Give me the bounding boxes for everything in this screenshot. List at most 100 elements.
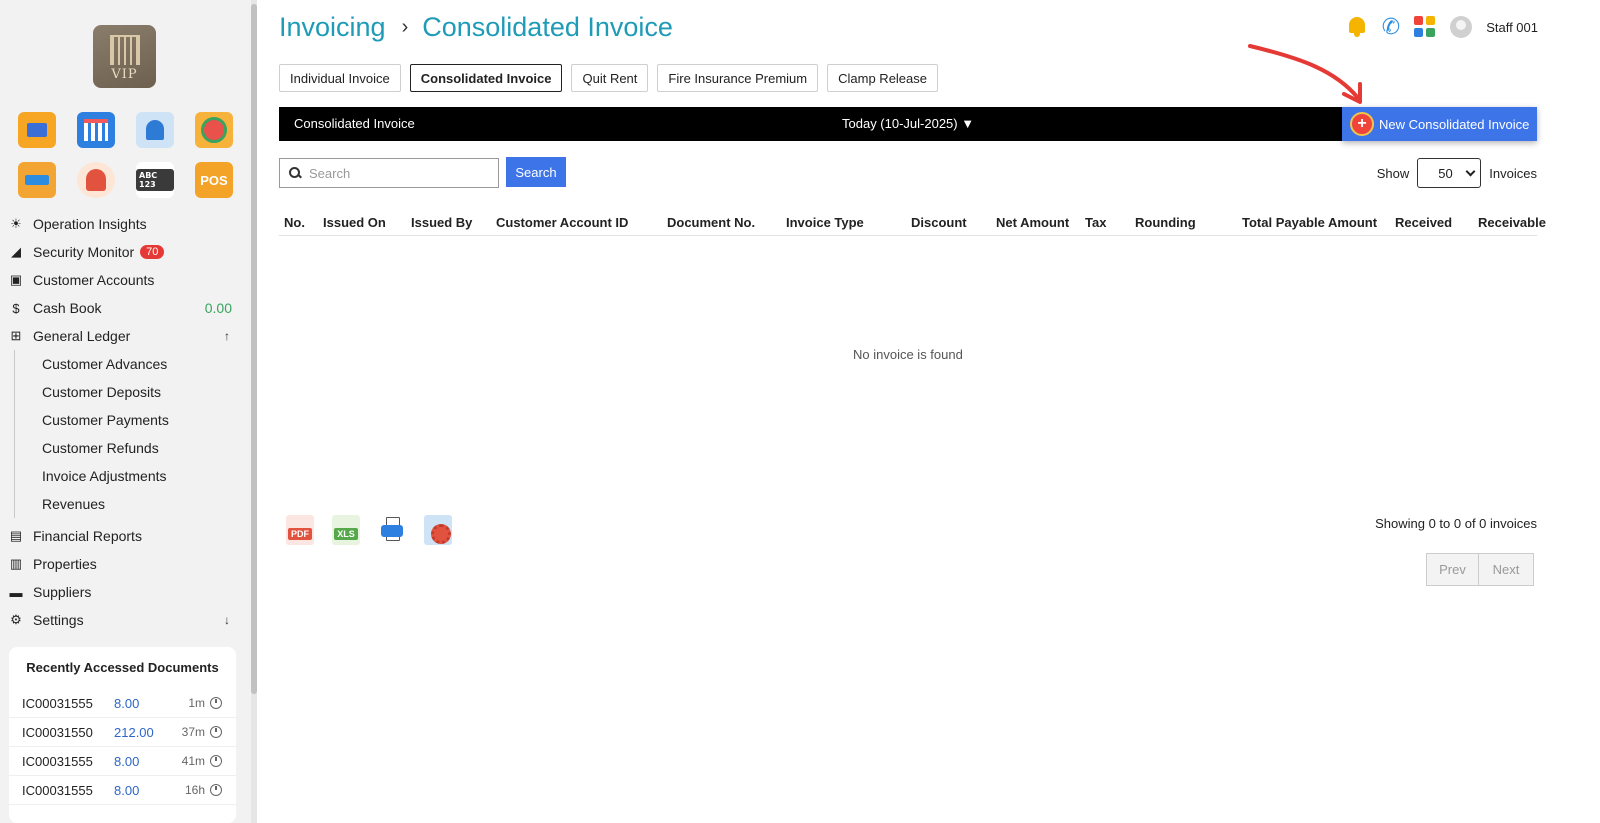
recent-document-row[interactable]: IC00031550 212.00 37m bbox=[9, 718, 236, 747]
page-size-select[interactable]: 50 bbox=[1417, 158, 1482, 188]
sidebar-item-customer-accounts[interactable]: ▣ Customer Accounts bbox=[8, 266, 240, 294]
sidebar-item-operation-insights[interactable]: ☀ Operation Insights bbox=[8, 210, 240, 238]
prev-page-button[interactable]: Prev bbox=[1426, 553, 1479, 586]
table-settings-icon[interactable] bbox=[424, 515, 452, 545]
face-id-icon[interactable] bbox=[77, 162, 115, 198]
new-button-label: New Consolidated Invoice bbox=[1379, 116, 1530, 132]
next-page-button[interactable]: Next bbox=[1479, 553, 1534, 586]
date-filter-dropdown[interactable]: Today (10-Jul-2025) ▼ bbox=[842, 116, 974, 131]
annotation-arrow-icon bbox=[1248, 44, 1362, 104]
col-issued-on[interactable]: Issued On bbox=[323, 215, 386, 230]
tools-icon[interactable] bbox=[195, 112, 233, 148]
recent-documents-title: Recently Accessed Documents bbox=[26, 660, 219, 675]
bell-icon[interactable] bbox=[1346, 15, 1368, 39]
recent-doc-age-text: 16h bbox=[184, 783, 205, 797]
col-tax[interactable]: Tax bbox=[1085, 215, 1106, 230]
expand-arrow-icon[interactable]: ↓ bbox=[224, 613, 230, 627]
sidebar-item-revenues[interactable]: Revenues bbox=[42, 490, 240, 518]
gear-icon: ⚙ bbox=[10, 612, 22, 627]
new-consolidated-invoice-button[interactable]: + New Consolidated Invoice bbox=[1342, 107, 1537, 141]
sidebar-item-settings[interactable]: ⚙ Settings ↓ bbox=[8, 606, 240, 634]
scrollbar-thumb[interactable] bbox=[251, 4, 257, 694]
pos-icon[interactable]: POS bbox=[195, 162, 233, 198]
col-received[interactable]: Received bbox=[1395, 215, 1452, 230]
calendar-icon[interactable] bbox=[77, 112, 115, 148]
sidebar-item-label: Suppliers bbox=[33, 584, 92, 600]
col-discount[interactable]: Discount bbox=[911, 215, 967, 230]
recent-doc-id: IC00031550 bbox=[22, 724, 93, 740]
recent-doc-amount: 8.00 bbox=[114, 782, 140, 798]
col-no[interactable]: No. bbox=[284, 215, 305, 230]
recent-document-row[interactable]: IC00031555 8.00 16h bbox=[9, 776, 236, 805]
search-input[interactable] bbox=[309, 165, 489, 181]
sidebar-item-customer-deposits[interactable]: Customer Deposits bbox=[42, 378, 240, 406]
cash-book-amount: 0.00 bbox=[204, 300, 232, 316]
search-button[interactable]: Search bbox=[506, 157, 566, 187]
app-shortcuts: ABC 123 POS bbox=[18, 112, 238, 198]
user-name[interactable]: Staff 001 bbox=[1486, 20, 1538, 35]
logo-text: VIP bbox=[111, 67, 138, 82]
tab-fire-insurance-premium[interactable]: Fire Insurance Premium bbox=[657, 64, 819, 92]
access-card-icon[interactable] bbox=[18, 162, 56, 198]
page-size-control: Show 50 Invoices bbox=[1377, 158, 1537, 188]
plate-recognition-icon[interactable]: ABC 123 bbox=[136, 162, 174, 198]
sidebar-item-general-ledger[interactable]: ⊞ General Ledger ↑ bbox=[8, 322, 240, 350]
breadcrumb-invoicing[interactable]: Invoicing bbox=[279, 12, 386, 43]
search-field bbox=[279, 158, 499, 188]
sidebar-item-invoice-adjustments[interactable]: Invoice Adjustments bbox=[42, 462, 240, 490]
sidebar-item-label: Financial Reports bbox=[33, 528, 142, 544]
sidebar-item-label: Security Monitor bbox=[33, 244, 135, 260]
col-rounding[interactable]: Rounding bbox=[1135, 215, 1196, 230]
tab-individual-invoice[interactable]: Individual Invoice bbox=[279, 64, 401, 92]
pagination: Prev Next bbox=[1426, 553, 1534, 586]
sidebar-item-label: Operation Insights bbox=[33, 216, 147, 232]
sidebar-item-financial-reports[interactable]: ▤ Financial Reports bbox=[8, 522, 240, 550]
col-receivable[interactable]: Receivable bbox=[1478, 215, 1546, 230]
building-icon: ▥ bbox=[9, 556, 23, 571]
col-issued-by[interactable]: Issued By bbox=[411, 215, 472, 230]
tab-consolidated-invoice[interactable]: Consolidated Invoice bbox=[409, 64, 563, 92]
pdf-export-icon[interactable]: PDF bbox=[286, 515, 314, 545]
tab-quit-rent[interactable]: Quit Rent bbox=[571, 64, 649, 92]
bank-icon[interactable] bbox=[136, 112, 174, 148]
dollar-icon: $ bbox=[12, 300, 20, 316]
sidebar-nav: ☀ Operation Insights ◢ Security Monitor … bbox=[8, 210, 240, 518]
apps-grid-icon[interactable] bbox=[1414, 16, 1436, 38]
clock-icon bbox=[210, 726, 222, 738]
clock-icon bbox=[210, 755, 222, 767]
sidebar-item-label: Properties bbox=[33, 556, 97, 572]
plus-icon: + bbox=[1350, 112, 1374, 136]
col-invoice-type[interactable]: Invoice Type bbox=[786, 215, 864, 230]
sidebar-item-label: Cash Book bbox=[33, 300, 102, 316]
tab-clamp-release[interactable]: Clamp Release bbox=[827, 64, 938, 92]
collapse-arrow-icon[interactable]: ↑ bbox=[224, 329, 230, 343]
col-document-no[interactable]: Document No. bbox=[667, 215, 755, 230]
vip-logo[interactable]: VIP bbox=[93, 25, 156, 88]
sidebar-item-cash-book[interactable]: $ Cash Book 0.00 bbox=[8, 294, 240, 322]
sidebar-item-customer-advances[interactable]: Customer Advances bbox=[42, 350, 240, 378]
phone-icon[interactable]: ✆ bbox=[1382, 14, 1400, 40]
staff-card-icon[interactable] bbox=[18, 112, 56, 148]
recent-doc-age: 37m bbox=[174, 725, 222, 739]
sidebar-scrollbar[interactable] bbox=[251, 0, 257, 823]
printer-icon[interactable] bbox=[378, 515, 406, 545]
col-total-payable-amount[interactable]: Total Payable Amount bbox=[1242, 215, 1377, 230]
col-customer-account-id[interactable]: Customer Account ID bbox=[496, 215, 628, 230]
sidebar-item-properties[interactable]: ▥ Properties bbox=[8, 550, 240, 578]
breadcrumb: Invoicing › Consolidated Invoice bbox=[279, 12, 673, 43]
sidebar-item-customer-refunds[interactable]: Customer Refunds bbox=[42, 434, 240, 462]
sidebar-nav-bottom: ▤ Financial Reports ▥ Properties ▬ Suppl… bbox=[8, 522, 240, 634]
avatar[interactable] bbox=[1450, 16, 1473, 38]
recent-doc-id: IC00031555 bbox=[22, 753, 93, 769]
xls-export-icon[interactable]: XLS bbox=[332, 515, 360, 545]
sidebar-item-suppliers[interactable]: ▬ Suppliers bbox=[8, 578, 240, 606]
recent-document-row[interactable]: IC00031555 8.00 1m bbox=[9, 689, 236, 718]
col-net-amount[interactable]: Net Amount bbox=[996, 215, 1069, 230]
chevron-down-icon bbox=[1465, 166, 1476, 176]
sidebar-item-customer-payments[interactable]: Customer Payments bbox=[42, 406, 240, 434]
recent-document-row[interactable]: IC00031555 8.00 41m bbox=[9, 747, 236, 776]
recent-doc-id: IC00031555 bbox=[22, 695, 93, 711]
empty-table-message: No invoice is found bbox=[853, 347, 963, 362]
sidebar-item-security-monitor[interactable]: ◢ Security Monitor 70 bbox=[8, 238, 240, 266]
invoices-label: Invoices bbox=[1489, 165, 1537, 181]
